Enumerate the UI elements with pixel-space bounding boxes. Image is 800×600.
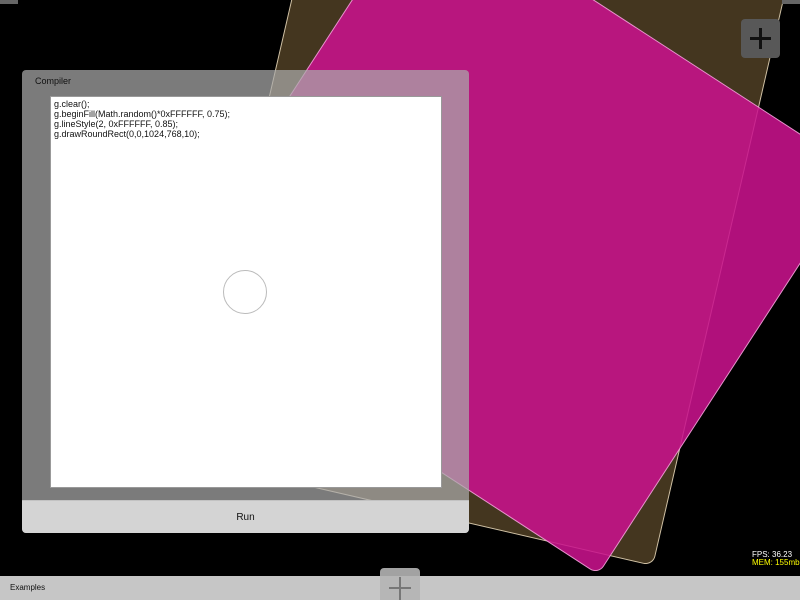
memory-readout: MEM: 155mb <box>752 558 800 567</box>
code-line: g.drawRoundRect(0,0,1024,768,10); <box>54 129 200 139</box>
add-button-bottom[interactable] <box>380 568 420 600</box>
examples-button[interactable]: Examples <box>10 583 45 592</box>
code-line: g.lineStyle(2, 0xFFFFFF, 0.85); <box>54 119 179 129</box>
corner-handle-top-right[interactable] <box>782 0 800 4</box>
canvas-stage: Compiler g.clear(); g.beginFill(Math.ran… <box>0 0 800 600</box>
corner-handle-top-left[interactable] <box>0 0 18 4</box>
run-button[interactable]: Run <box>22 500 469 533</box>
plus-icon-vertical-stroke <box>399 577 401 600</box>
plus-icon-vertical-stroke <box>759 28 762 49</box>
code-line: g.beginFill(Math.random()*0xFFFFFF, 0.75… <box>54 109 231 119</box>
performance-stats: FPS: 36.23 MEM: 155mb <box>752 551 800 567</box>
compiler-panel: Compiler g.clear(); g.beginFill(Math.ran… <box>22 70 469 533</box>
code-editor[interactable]: g.clear(); g.beginFill(Math.random()*0xF… <box>50 96 442 488</box>
loading-circle-icon <box>223 270 267 314</box>
code-line: g.clear(); <box>54 99 90 109</box>
add-button-top[interactable] <box>741 19 780 58</box>
compiler-title: Compiler <box>35 76 72 86</box>
